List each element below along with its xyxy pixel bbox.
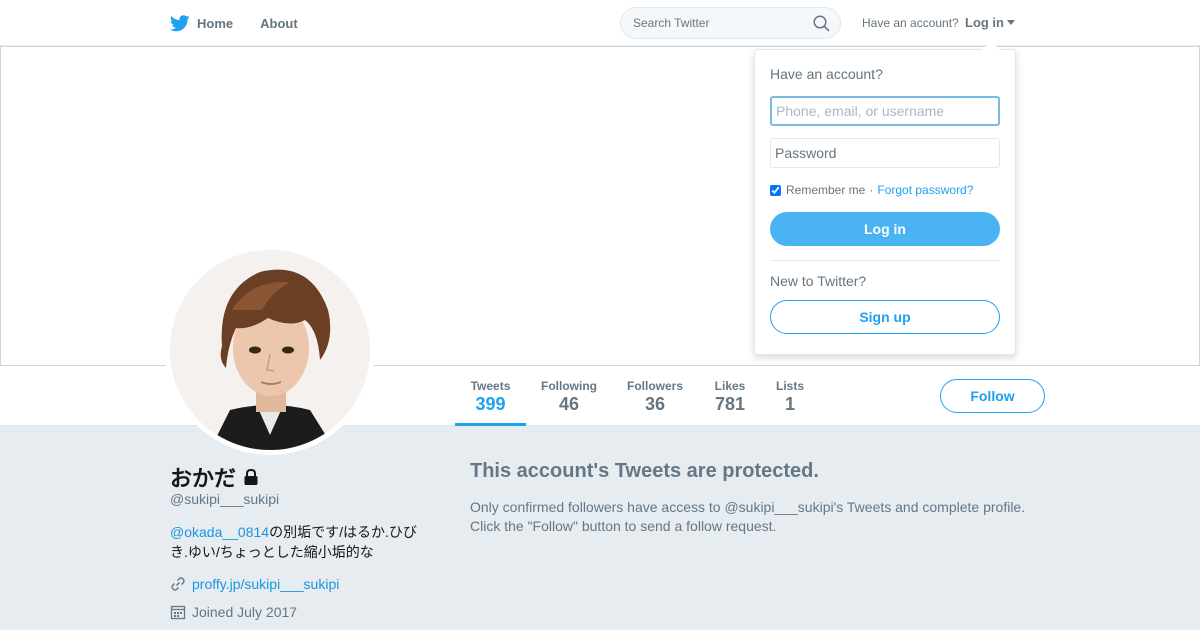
joined-date: Joined July 2017: [192, 604, 298, 620]
bio-mention-link[interactable]: @okada__0814: [170, 524, 269, 540]
remember-me-checkbox[interactable]: [770, 184, 781, 196]
nav-home-link[interactable]: Home: [170, 14, 234, 32]
protected-title: This account's Tweets are protected.: [470, 460, 819, 482]
profile-url-row: proffy.jp/sukipi___sukipi: [170, 576, 339, 592]
login-dropdown-toggle[interactable]: Log in: [965, 15, 1015, 30]
caret-down-icon: [1007, 20, 1015, 25]
search-icon[interactable]: [813, 15, 830, 32]
top-navbar: Home About Have an account? Log in: [0, 0, 1200, 46]
stat-followers[interactable]: Followers 36: [622, 366, 688, 426]
stat-value: 36: [644, 394, 666, 414]
profile-name-text: おかだ: [170, 466, 237, 491]
profile-bio: @okada__0814の別垢です/はるか.ひびき.ゆい/ちょっとした縮小垢的な: [170, 522, 430, 562]
screen-name: @sukipi___sukipi: [170, 491, 280, 507]
stat-following[interactable]: Following 46: [536, 366, 602, 426]
stat-value: 46: [558, 394, 580, 414]
follow-button[interactable]: Follow: [940, 379, 1045, 413]
login-toggle-label: Log in: [965, 15, 1004, 30]
lock-icon: [244, 468, 258, 485]
stat-lists[interactable]: Lists 1: [770, 366, 810, 426]
calendar-icon: [170, 605, 186, 620]
dropdown-divider: [770, 260, 1000, 261]
nav-left: Home About: [170, 0, 325, 46]
avatar-image: [170, 250, 370, 450]
profile-name: おかだ: [170, 461, 260, 493]
stat-likes[interactable]: Likes 781: [706, 366, 754, 426]
stat-tweets[interactable]: Tweets 399: [455, 366, 526, 426]
forgot-password-link[interactable]: Forgot password?: [877, 183, 973, 197]
stat-label: Following: [541, 379, 597, 393]
login-button[interactable]: Log in: [770, 212, 1000, 246]
separator: ·: [869, 183, 874, 197]
stat-value: 399: [475, 394, 506, 414]
stat-value: 1: [784, 394, 795, 414]
protected-description: Only confirmed followers have access to …: [470, 499, 1026, 534]
search-box: [620, 7, 841, 39]
remember-me-label: Remember me: [786, 183, 866, 197]
username-input[interactable]: [770, 96, 1000, 126]
stat-label: Likes: [714, 379, 746, 393]
account-prompt: Have an account?: [862, 16, 959, 30]
new-to-twitter-label: New to Twitter?: [770, 273, 867, 289]
avatar[interactable]: [165, 245, 375, 455]
profile-joined-row: Joined July 2017: [170, 604, 297, 620]
link-icon: [171, 577, 185, 591]
avatar-portrait-icon: [170, 250, 370, 450]
signup-button[interactable]: Sign up: [770, 300, 1000, 334]
home-label: Home: [197, 15, 234, 31]
twitter-bird-icon: [170, 14, 190, 31]
stat-label: Lists: [775, 379, 804, 393]
nav-about-link[interactable]: About: [260, 16, 298, 31]
login-dropdown: Have an account? Remember me · Forgot pa…: [754, 41, 1016, 355]
stat-label: Followers: [626, 379, 683, 393]
password-input[interactable]: [770, 138, 1000, 168]
stat-value: 781: [714, 394, 746, 414]
stat-label: Tweets: [470, 379, 511, 393]
dropdown-heading: Have an account?: [770, 66, 883, 82]
remember-row: Remember me · Forgot password?: [770, 183, 973, 197]
profile-url-link[interactable]: proffy.jp/sukipi___sukipi: [192, 576, 339, 592]
about-label: About: [260, 15, 298, 31]
search-input[interactable]: [621, 8, 840, 38]
